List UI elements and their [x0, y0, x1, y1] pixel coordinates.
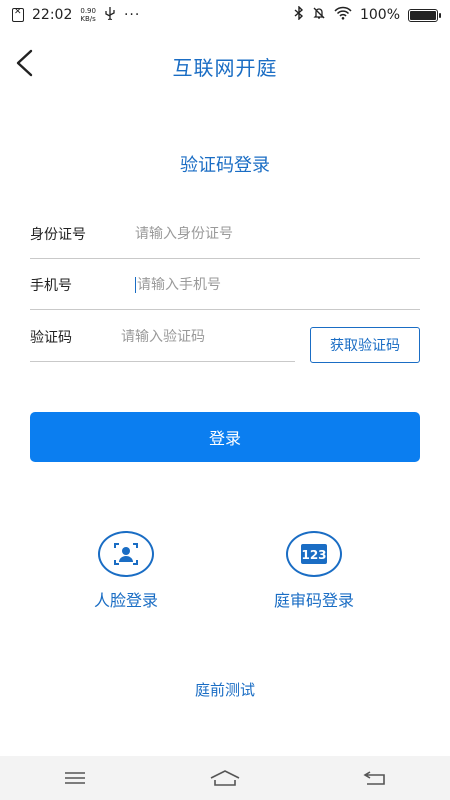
face-login-option[interactable]: 人脸登录	[61, 531, 191, 611]
get-code-button[interactable]: 获取验证码	[310, 327, 420, 363]
system-nav-bar	[0, 756, 450, 800]
header: 互联网开庭	[0, 30, 450, 98]
id-number-input[interactable]	[135, 225, 420, 242]
mute-icon	[312, 6, 326, 24]
login-button[interactable]: 登录	[30, 412, 420, 462]
svg-text:123: 123	[301, 548, 326, 562]
phone-input[interactable]	[137, 276, 420, 293]
pretest-link[interactable]: 庭前测试	[0, 679, 450, 700]
page-title: 互联网开庭	[172, 56, 278, 80]
face-scan-icon	[114, 543, 138, 565]
home-icon	[210, 770, 240, 786]
network-speed: 0.90 KB/s	[80, 7, 96, 23]
status-bar: 22:02 0.90 KB/s ··· 100%	[0, 0, 450, 30]
number-code-icon: 123	[301, 544, 327, 564]
id-number-label: 身份证号	[30, 226, 86, 243]
face-login-circle	[98, 531, 154, 577]
menu-nav-button[interactable]	[55, 763, 95, 793]
text-cursor	[135, 276, 136, 293]
speed-value: 0.90	[80, 7, 96, 15]
usb-icon	[104, 6, 116, 24]
battery-level: 100%	[359, 7, 400, 23]
phone-label: 手机号	[30, 277, 72, 294]
wifi-icon	[334, 6, 352, 24]
battery-icon	[408, 8, 441, 22]
code-input[interactable]	[121, 328, 295, 345]
code-label: 验证码	[30, 329, 72, 346]
bluetooth-icon	[294, 5, 304, 24]
face-login-label: 人脸登录	[93, 591, 158, 610]
speed-unit: KB/s	[80, 15, 96, 23]
home-nav-button[interactable]	[205, 763, 245, 793]
status-time: 22:02	[32, 7, 73, 23]
back-nav-icon	[363, 771, 385, 785]
back-nav-button[interactable]	[355, 763, 395, 793]
menu-icon	[65, 772, 85, 784]
section-title: 验证码登录	[180, 155, 270, 176]
phone-row: 手机号	[30, 260, 420, 310]
court-code-login-option[interactable]: 123 庭审码登录	[249, 531, 379, 611]
code-row: 验证码	[30, 312, 295, 362]
no-sim-icon	[12, 7, 24, 22]
court-code-circle: 123	[286, 531, 342, 577]
more-icon: ···	[123, 7, 141, 23]
court-code-login-label: 庭审码登录	[273, 591, 354, 610]
id-number-row: 身份证号	[30, 209, 420, 259]
